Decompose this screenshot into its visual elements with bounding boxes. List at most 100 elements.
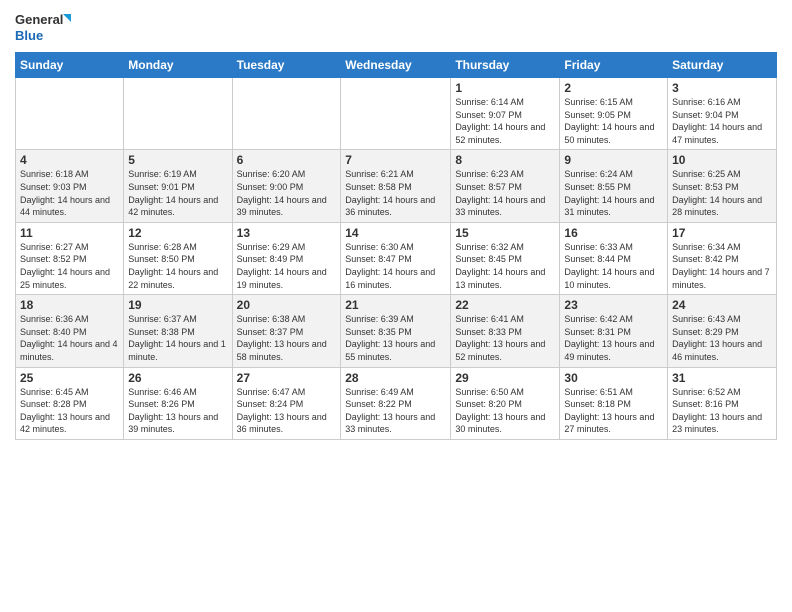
day-info: Sunrise: 6:41 AM Sunset: 8:33 PM Dayligh…: [455, 313, 555, 363]
logo: General Blue: [15, 10, 75, 46]
calendar-cell: 30Sunrise: 6:51 AM Sunset: 8:18 PM Dayli…: [560, 367, 668, 439]
calendar-cell: 7Sunrise: 6:21 AM Sunset: 8:58 PM Daylig…: [341, 150, 451, 222]
day-number: 23: [564, 298, 663, 312]
day-number: 2: [564, 81, 663, 95]
day-info: Sunrise: 6:45 AM Sunset: 8:28 PM Dayligh…: [20, 386, 119, 436]
day-number: 3: [672, 81, 772, 95]
calendar-table: SundayMondayTuesdayWednesdayThursdayFrid…: [15, 52, 777, 440]
calendar-cell: 3Sunrise: 6:16 AM Sunset: 9:04 PM Daylig…: [668, 78, 777, 150]
day-info: Sunrise: 6:15 AM Sunset: 9:05 PM Dayligh…: [564, 96, 663, 146]
calendar-cell: 24Sunrise: 6:43 AM Sunset: 8:29 PM Dayli…: [668, 295, 777, 367]
day-number: 31: [672, 371, 772, 385]
day-info: Sunrise: 6:33 AM Sunset: 8:44 PM Dayligh…: [564, 241, 663, 291]
day-number: 29: [455, 371, 555, 385]
main-container: General Blue SundayMondayTuesdayWednesda…: [0, 0, 792, 612]
day-info: Sunrise: 6:24 AM Sunset: 8:55 PM Dayligh…: [564, 168, 663, 218]
day-number: 24: [672, 298, 772, 312]
day-info: Sunrise: 6:29 AM Sunset: 8:49 PM Dayligh…: [237, 241, 337, 291]
day-of-week-header: Wednesday: [341, 53, 451, 78]
calendar-cell: 18Sunrise: 6:36 AM Sunset: 8:40 PM Dayli…: [16, 295, 124, 367]
day-info: Sunrise: 6:43 AM Sunset: 8:29 PM Dayligh…: [672, 313, 772, 363]
day-info: Sunrise: 6:36 AM Sunset: 8:40 PM Dayligh…: [20, 313, 119, 363]
day-number: 11: [20, 226, 119, 240]
day-info: Sunrise: 6:50 AM Sunset: 8:20 PM Dayligh…: [455, 386, 555, 436]
day-number: 27: [237, 371, 337, 385]
header: General Blue: [15, 10, 777, 46]
day-info: Sunrise: 6:27 AM Sunset: 8:52 PM Dayligh…: [20, 241, 119, 291]
day-number: 1: [455, 81, 555, 95]
calendar-cell: 13Sunrise: 6:29 AM Sunset: 8:49 PM Dayli…: [232, 222, 341, 294]
calendar-week-row: 4Sunrise: 6:18 AM Sunset: 9:03 PM Daylig…: [16, 150, 777, 222]
logo-svg: General Blue: [15, 10, 75, 46]
day-info: Sunrise: 6:42 AM Sunset: 8:31 PM Dayligh…: [564, 313, 663, 363]
day-info: Sunrise: 6:49 AM Sunset: 8:22 PM Dayligh…: [345, 386, 446, 436]
day-info: Sunrise: 6:25 AM Sunset: 8:53 PM Dayligh…: [672, 168, 772, 218]
calendar-cell: 5Sunrise: 6:19 AM Sunset: 9:01 PM Daylig…: [124, 150, 232, 222]
calendar-week-row: 25Sunrise: 6:45 AM Sunset: 8:28 PM Dayli…: [16, 367, 777, 439]
calendar-cell: 15Sunrise: 6:32 AM Sunset: 8:45 PM Dayli…: [451, 222, 560, 294]
calendar-week-row: 1Sunrise: 6:14 AM Sunset: 9:07 PM Daylig…: [16, 78, 777, 150]
calendar-cell: [124, 78, 232, 150]
day-info: Sunrise: 6:21 AM Sunset: 8:58 PM Dayligh…: [345, 168, 446, 218]
day-info: Sunrise: 6:38 AM Sunset: 8:37 PM Dayligh…: [237, 313, 337, 363]
day-number: 18: [20, 298, 119, 312]
day-number: 12: [128, 226, 227, 240]
day-number: 19: [128, 298, 227, 312]
calendar-cell: 11Sunrise: 6:27 AM Sunset: 8:52 PM Dayli…: [16, 222, 124, 294]
calendar-cell: [16, 78, 124, 150]
calendar-cell: 10Sunrise: 6:25 AM Sunset: 8:53 PM Dayli…: [668, 150, 777, 222]
day-number: 21: [345, 298, 446, 312]
day-number: 8: [455, 153, 555, 167]
day-info: Sunrise: 6:14 AM Sunset: 9:07 PM Dayligh…: [455, 96, 555, 146]
calendar-cell: 29Sunrise: 6:50 AM Sunset: 8:20 PM Dayli…: [451, 367, 560, 439]
day-number: 6: [237, 153, 337, 167]
day-number: 20: [237, 298, 337, 312]
day-info: Sunrise: 6:23 AM Sunset: 8:57 PM Dayligh…: [455, 168, 555, 218]
day-number: 16: [564, 226, 663, 240]
day-number: 30: [564, 371, 663, 385]
day-info: Sunrise: 6:28 AM Sunset: 8:50 PM Dayligh…: [128, 241, 227, 291]
day-info: Sunrise: 6:19 AM Sunset: 9:01 PM Dayligh…: [128, 168, 227, 218]
calendar-cell: 14Sunrise: 6:30 AM Sunset: 8:47 PM Dayli…: [341, 222, 451, 294]
day-number: 7: [345, 153, 446, 167]
calendar-week-row: 18Sunrise: 6:36 AM Sunset: 8:40 PM Dayli…: [16, 295, 777, 367]
calendar-cell: [341, 78, 451, 150]
day-info: Sunrise: 6:18 AM Sunset: 9:03 PM Dayligh…: [20, 168, 119, 218]
day-of-week-header: Tuesday: [232, 53, 341, 78]
calendar-cell: 8Sunrise: 6:23 AM Sunset: 8:57 PM Daylig…: [451, 150, 560, 222]
day-info: Sunrise: 6:34 AM Sunset: 8:42 PM Dayligh…: [672, 241, 772, 291]
calendar-cell: 20Sunrise: 6:38 AM Sunset: 8:37 PM Dayli…: [232, 295, 341, 367]
calendar-cell: 19Sunrise: 6:37 AM Sunset: 8:38 PM Dayli…: [124, 295, 232, 367]
day-number: 15: [455, 226, 555, 240]
day-info: Sunrise: 6:46 AM Sunset: 8:26 PM Dayligh…: [128, 386, 227, 436]
day-info: Sunrise: 6:16 AM Sunset: 9:04 PM Dayligh…: [672, 96, 772, 146]
calendar-cell: 12Sunrise: 6:28 AM Sunset: 8:50 PM Dayli…: [124, 222, 232, 294]
calendar-header-row: SundayMondayTuesdayWednesdayThursdayFrid…: [16, 53, 777, 78]
day-number: 28: [345, 371, 446, 385]
day-number: 22: [455, 298, 555, 312]
calendar-cell: 25Sunrise: 6:45 AM Sunset: 8:28 PM Dayli…: [16, 367, 124, 439]
calendar-cell: 6Sunrise: 6:20 AM Sunset: 9:00 PM Daylig…: [232, 150, 341, 222]
day-of-week-header: Thursday: [451, 53, 560, 78]
calendar-cell: 21Sunrise: 6:39 AM Sunset: 8:35 PM Dayli…: [341, 295, 451, 367]
calendar-cell: [232, 78, 341, 150]
calendar-cell: 23Sunrise: 6:42 AM Sunset: 8:31 PM Dayli…: [560, 295, 668, 367]
calendar-cell: 26Sunrise: 6:46 AM Sunset: 8:26 PM Dayli…: [124, 367, 232, 439]
day-of-week-header: Sunday: [16, 53, 124, 78]
day-number: 9: [564, 153, 663, 167]
calendar-cell: 16Sunrise: 6:33 AM Sunset: 8:44 PM Dayli…: [560, 222, 668, 294]
calendar-cell: 22Sunrise: 6:41 AM Sunset: 8:33 PM Dayli…: [451, 295, 560, 367]
calendar-cell: 17Sunrise: 6:34 AM Sunset: 8:42 PM Dayli…: [668, 222, 777, 294]
calendar-cell: 1Sunrise: 6:14 AM Sunset: 9:07 PM Daylig…: [451, 78, 560, 150]
calendar-cell: 2Sunrise: 6:15 AM Sunset: 9:05 PM Daylig…: [560, 78, 668, 150]
day-of-week-header: Monday: [124, 53, 232, 78]
day-number: 10: [672, 153, 772, 167]
day-info: Sunrise: 6:32 AM Sunset: 8:45 PM Dayligh…: [455, 241, 555, 291]
svg-text:General: General: [15, 12, 63, 27]
day-info: Sunrise: 6:47 AM Sunset: 8:24 PM Dayligh…: [237, 386, 337, 436]
day-info: Sunrise: 6:37 AM Sunset: 8:38 PM Dayligh…: [128, 313, 227, 363]
day-info: Sunrise: 6:51 AM Sunset: 8:18 PM Dayligh…: [564, 386, 663, 436]
day-of-week-header: Friday: [560, 53, 668, 78]
calendar-cell: 27Sunrise: 6:47 AM Sunset: 8:24 PM Dayli…: [232, 367, 341, 439]
calendar-cell: 31Sunrise: 6:52 AM Sunset: 8:16 PM Dayli…: [668, 367, 777, 439]
